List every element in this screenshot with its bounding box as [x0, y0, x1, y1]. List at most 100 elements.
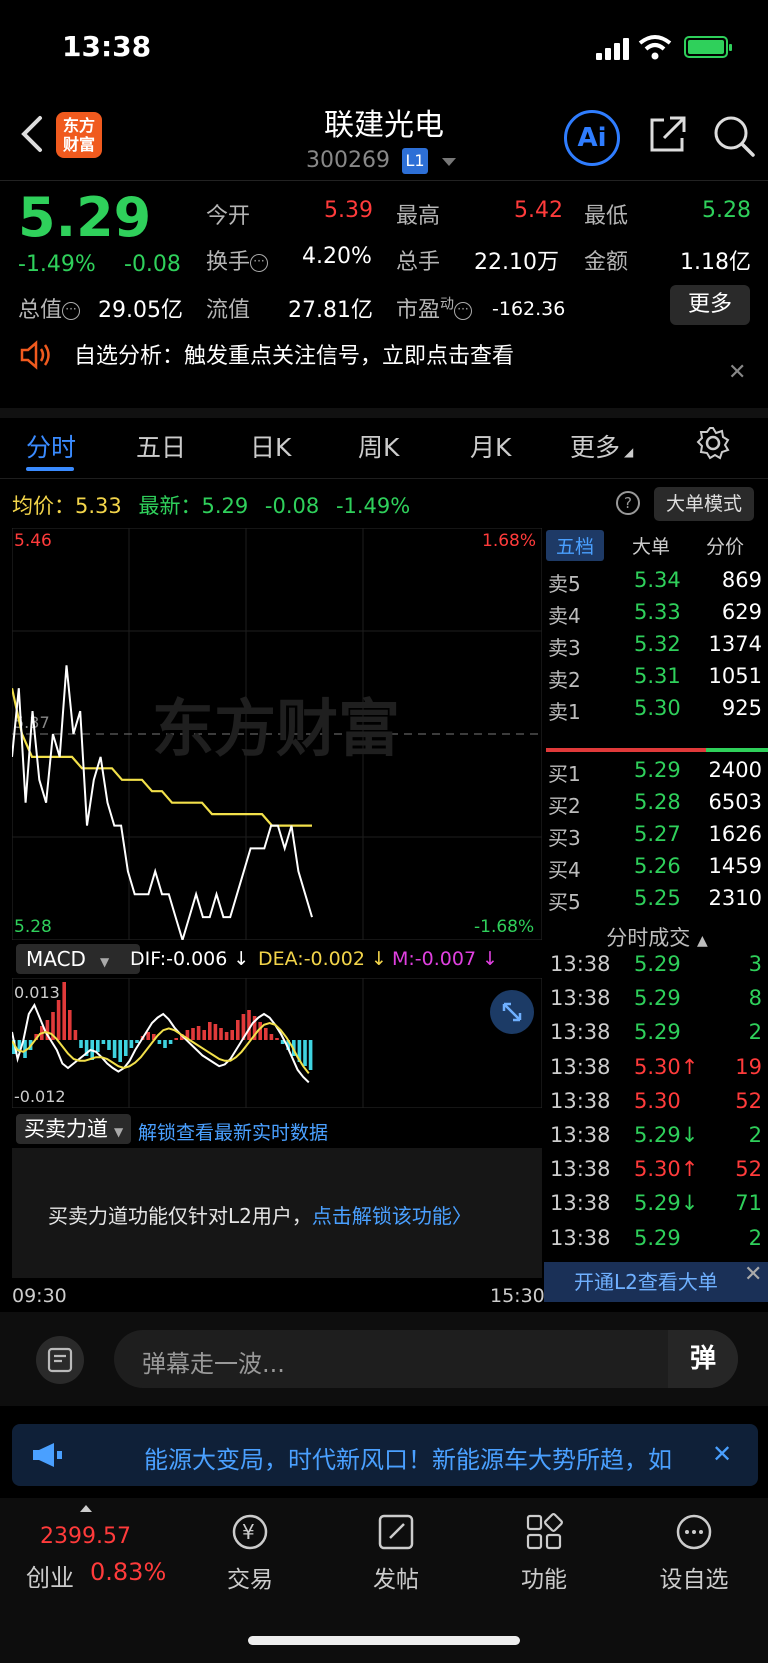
intraday-chart[interactable]: 东方财富 5.46 5.28 1.68% -1.68% 5.37	[12, 528, 542, 940]
bid-row[interactable]: 买2 5.28 6503	[546, 790, 768, 822]
bid-row[interactable]: 买5 5.25 2310	[546, 886, 768, 918]
ask-volume: 629	[721, 600, 762, 624]
macd-bar	[202, 1030, 206, 1040]
level-badge[interactable]: L1	[402, 148, 428, 174]
pe-sup: 动	[440, 296, 455, 313]
macd-bar	[163, 1040, 167, 1048]
news-icon[interactable]	[36, 1336, 84, 1384]
wifi-icon	[638, 34, 672, 64]
bid-label: 买4	[548, 858, 581, 882]
pct-bottom-label: -1.68%	[474, 917, 534, 937]
alert-message[interactable]: 自选分析：触发重点关注信号，立即点击查看	[74, 338, 514, 370]
settings-icon[interactable]	[696, 426, 730, 464]
macd-bar	[168, 1040, 173, 1044]
amount-value: 1.18亿	[680, 250, 751, 275]
danmu-send-button[interactable]: 弹	[668, 1330, 738, 1388]
ask-row[interactable]: 卖3 5.32 1374	[546, 632, 768, 664]
bid-label: 买3	[548, 826, 581, 850]
nav-trade[interactable]: ¥ 交易	[190, 1510, 310, 1594]
trade-volume: 2	[748, 1225, 762, 1250]
nav-post[interactable]: 发帖	[336, 1510, 456, 1594]
expand-icon[interactable]	[490, 990, 534, 1034]
unlock-feature-link[interactable]: 点击解锁该功能	[312, 1204, 452, 1228]
ask-row[interactable]: 卖2 5.31 1051	[546, 664, 768, 696]
info-icon[interactable]: ···	[250, 254, 269, 272]
time-start: 09:30	[12, 1285, 67, 1307]
open-value: 5.39	[324, 198, 373, 223]
change-amount: -0.08	[124, 252, 181, 277]
ask-row[interactable]: 卖1 5.30 925	[546, 696, 768, 728]
unlock-link[interactable]: 解锁查看最新实时数据	[138, 1118, 328, 1145]
trade-volume: 71	[735, 1191, 762, 1216]
nav-functions[interactable]: 功能	[484, 1510, 604, 1594]
home-indicator	[248, 1636, 520, 1645]
ai-button[interactable]: Ai	[564, 110, 620, 166]
triangle-icon: ◢	[624, 445, 634, 459]
bid-row[interactable]: 买3 5.27 1626	[546, 822, 768, 854]
tab-weekly-k[interactable]: 周K	[358, 428, 399, 464]
help-icon[interactable]: ?	[616, 491, 640, 515]
macd-chart[interactable]: 0.013 -0.012	[12, 978, 542, 1108]
macd-bar	[112, 1040, 117, 1058]
close-icon[interactable]: ✕	[728, 360, 746, 385]
signal-icon	[596, 38, 630, 60]
trade-price: 5.30↑	[634, 1054, 699, 1079]
change-percent: -1.49%	[18, 252, 96, 277]
tab-monthly-k[interactable]: 月K	[470, 428, 511, 464]
bid-volume: 1459	[708, 854, 762, 878]
ask-label: 卖2	[548, 668, 581, 692]
power-indicator-select[interactable]: 买卖力道 ▼	[16, 1114, 132, 1144]
indicator-label: MACD	[26, 947, 86, 971]
mcap-label[interactable]: 总值 ···	[18, 292, 81, 324]
tab-big-orders[interactable]: 大单	[632, 532, 670, 559]
trade-time: 13:38	[550, 1157, 611, 1182]
share-icon[interactable]	[646, 114, 688, 160]
close-icon[interactable]: ✕	[712, 1440, 732, 1468]
nav-watchlist-settings[interactable]: 设自选	[634, 1510, 754, 1594]
big-order-mode-button[interactable]: 大单模式	[654, 487, 754, 521]
ask-row[interactable]: 卖5 5.34 869	[546, 568, 768, 600]
trade-row: 13:38 5.29 3	[546, 952, 768, 986]
tab-five-day[interactable]: 五日	[136, 428, 186, 464]
trade-volume: 2	[748, 1020, 762, 1045]
bid-ask-ratio-bar	[546, 748, 768, 752]
ask-price: 5.31	[634, 664, 681, 688]
bid-volume: 1626	[708, 822, 762, 846]
trade-row: 13:38 5.29 2	[546, 1020, 768, 1054]
macd-bar	[236, 1020, 240, 1040]
ask-price: 5.34	[634, 568, 681, 592]
tab-five-levels[interactable]: 五档	[546, 530, 605, 561]
index-name[interactable]: 创业	[26, 1558, 74, 1593]
search-icon[interactable]	[712, 114, 756, 162]
more-button[interactable]: 更多	[670, 285, 750, 325]
macd-bar	[129, 1040, 134, 1048]
info-icon[interactable]: ···	[454, 302, 473, 320]
tab-more[interactable]: 更多 ◢	[570, 428, 633, 464]
ask-row[interactable]: 卖4 5.33 629	[546, 600, 768, 632]
tab-price-dist[interactable]: 分价	[706, 532, 744, 559]
mcap-label-text: 总值	[18, 298, 63, 323]
trades-title-text: 分时成交	[606, 926, 691, 950]
tab-more-label: 更多	[570, 433, 621, 462]
index-percent[interactable]: 0.83%	[90, 1558, 166, 1586]
indicator-select[interactable]: MACD ▼	[16, 944, 140, 974]
chevron-down-icon[interactable]	[442, 158, 456, 166]
low-label: 最低	[584, 204, 629, 229]
price-top-label: 5.46	[14, 531, 52, 551]
bid-row[interactable]: 买4 5.26 1459	[546, 854, 768, 886]
turnover-label[interactable]: 换手 ···	[206, 244, 269, 276]
trades-title[interactable]: 分时成交 ▲	[546, 922, 768, 952]
tab-timeshare[interactable]: 分时	[26, 428, 76, 464]
ad-text[interactable]: 能源大变局，时代新风口！新能源车大势所趋，如	[144, 1440, 700, 1475]
bid-label: 买1	[548, 762, 581, 786]
close-icon[interactable]: ✕	[744, 1262, 762, 1287]
power-indicator-header: 买卖力道 ▼ 解锁查看最新实时数据	[12, 1110, 542, 1146]
info-icon[interactable]: ···	[62, 302, 81, 320]
pe-label[interactable]: 市盈动 ···	[396, 292, 473, 324]
chevron-right-icon: 〉	[451, 1204, 472, 1228]
index-value[interactable]: 2399.57	[40, 1524, 131, 1549]
bid-row[interactable]: 买1 5.29 2400	[546, 758, 768, 790]
macd-bar	[124, 1040, 128, 1056]
tab-daily-k[interactable]: 日K	[250, 428, 291, 464]
l2-upgrade-banner[interactable]: 开通L2查看大单	[544, 1262, 768, 1302]
